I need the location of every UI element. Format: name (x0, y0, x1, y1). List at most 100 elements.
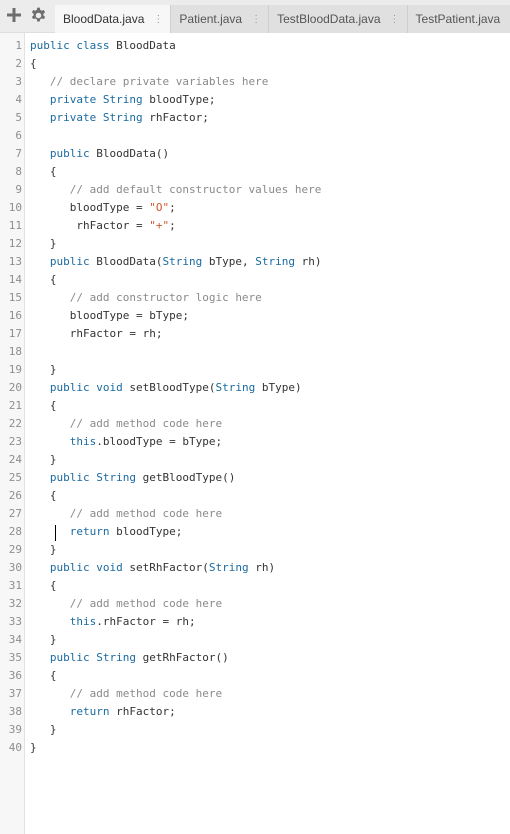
line-number: 40 (8, 741, 22, 754)
line-number: 38 (8, 705, 22, 718)
code-line[interactable]: return rhFactor; (30, 703, 500, 721)
code-line[interactable]: bloodType = bType; (30, 307, 500, 325)
code-line[interactable]: } (30, 541, 500, 559)
code-line[interactable]: // declare private variables here (30, 73, 500, 91)
line-number: 35 (8, 651, 22, 664)
code-line[interactable]: rhFactor = rh; (30, 325, 500, 343)
line-number: 33 (8, 615, 22, 628)
line-numbers: 1 2 3 4 5 6 7 8 9 10 11 12 13 14 15 16 17 18 19 20 21 22 23 24 2… (0, 37, 22, 757)
line-number: 4 (15, 93, 22, 106)
line-number: 25 (8, 471, 22, 484)
line-number: 15 (8, 291, 22, 304)
code-line[interactable]: public class BloodData (30, 37, 500, 55)
tab-blooddata-java[interactable]: BloodData.java ⋮ (55, 5, 172, 33)
line-number: 17 (8, 327, 22, 340)
tab-menu-icon[interactable]: ⋮ (153, 14, 163, 25)
tab-label: BloodData.java (63, 12, 145, 26)
text-cursor (55, 525, 56, 541)
line-number: 39 (8, 723, 22, 736)
code-line[interactable]: } (30, 739, 500, 757)
tab-testpatient-java[interactable]: TestPatient.java ⋮ (407, 5, 510, 33)
code-line[interactable]: { (30, 577, 500, 595)
code-line[interactable]: // add default constructor values here (30, 181, 500, 199)
code-line[interactable]: public BloodData(String bType, String rh… (30, 253, 500, 271)
code-line[interactable]: { (30, 55, 500, 73)
code-area[interactable]: public class BloodData{ // declare priva… (30, 37, 500, 757)
code-line[interactable]: this.bloodType = bType; (30, 433, 500, 451)
line-number: 24 (8, 453, 22, 466)
code-line[interactable] (30, 127, 500, 145)
tab-label: TestPatient.java (415, 12, 501, 26)
code-line[interactable] (30, 343, 500, 361)
line-number: 11 (8, 219, 22, 232)
code-line[interactable]: // add method code here (30, 415, 500, 433)
code-line[interactable]: public String getBloodType() (30, 469, 500, 487)
tab-testblooddata-java[interactable]: TestBloodData.java ⋮ (269, 5, 408, 33)
line-number: 1 (15, 39, 22, 52)
code-line[interactable]: { (30, 397, 500, 415)
code-line[interactable]: { (30, 163, 500, 181)
line-number: 16 (8, 309, 22, 322)
code-line[interactable]: { (30, 271, 500, 289)
code-line[interactable]: // add method code here (30, 685, 500, 703)
settings-gear-icon[interactable] (28, 5, 48, 25)
line-number: 28 (8, 525, 22, 538)
code-line[interactable]: bloodType = "O"; (30, 199, 500, 217)
line-number: 7 (15, 147, 22, 160)
code-line[interactable]: public BloodData() (30, 145, 500, 163)
line-number: 34 (8, 633, 22, 646)
line-number: 27 (8, 507, 22, 520)
editor-toolbar: BloodData.java ⋮ Patient.java ⋮ TestBloo… (0, 0, 510, 33)
code-line[interactable]: this.rhFactor = rh; (30, 613, 500, 631)
line-number: 19 (8, 363, 22, 376)
line-number: 3 (15, 75, 22, 88)
line-number: 31 (8, 579, 22, 592)
tab-label: TestBloodData.java (277, 12, 381, 26)
code-line[interactable]: { (30, 667, 500, 685)
code-line[interactable]: // add constructor logic here (30, 289, 500, 307)
line-number: 37 (8, 687, 22, 700)
line-number: 20 (8, 381, 22, 394)
add-icon[interactable] (4, 5, 24, 25)
code-line[interactable]: } (30, 721, 500, 739)
line-number: 10 (8, 201, 22, 214)
line-number: 18 (8, 345, 22, 358)
tab-patient-java[interactable]: Patient.java ⋮ (171, 5, 270, 33)
code-line[interactable]: } (30, 451, 500, 469)
code-line[interactable]: private String rhFactor; (30, 109, 500, 127)
code-line[interactable]: return bloodType; (30, 523, 500, 541)
line-number: 8 (15, 165, 22, 178)
line-number: 9 (15, 183, 22, 196)
code-editor[interactable]: 1 2 3 4 5 6 7 8 9 10 11 12 13 14 15 16 17 18 19 20 21 22 23 24 2… (0, 33, 510, 834)
line-number: 29 (8, 543, 22, 556)
line-number-gutter: 1 2 3 4 5 6 7 8 9 10 11 12 13 14 15 16 17 18 19 20 21 22 23 24 2… (0, 33, 25, 834)
line-number: 2 (15, 57, 22, 70)
toolbar-icons (4, 4, 52, 26)
line-number: 36 (8, 669, 22, 682)
file-tabs: BloodData.java ⋮ Patient.java ⋮ TestBloo… (55, 5, 510, 33)
line-number: 30 (8, 561, 22, 574)
line-number: 5 (15, 111, 22, 124)
line-number: 22 (8, 417, 22, 430)
code-line[interactable]: { (30, 487, 500, 505)
code-line[interactable]: private String bloodType; (30, 91, 500, 109)
line-number: 12 (8, 237, 22, 250)
line-number: 23 (8, 435, 22, 448)
code-line[interactable]: rhFactor = "+"; (30, 217, 500, 235)
code-line[interactable]: // add method code here (30, 505, 500, 523)
code-line[interactable]: // add method code here (30, 595, 500, 613)
code-line[interactable]: } (30, 361, 500, 379)
line-number: 26 (8, 489, 22, 502)
code-line[interactable]: } (30, 235, 500, 253)
line-number: 13 (8, 255, 22, 268)
code-line[interactable]: } (30, 631, 500, 649)
tab-menu-icon[interactable]: ⋮ (390, 14, 400, 25)
code-line[interactable]: public void setBloodType(String bType) (30, 379, 500, 397)
line-number: 32 (8, 597, 22, 610)
code-line[interactable]: public void setRhFactor(String rh) (30, 559, 500, 577)
tab-label: Patient.java (179, 12, 243, 26)
line-number: 6 (15, 129, 22, 142)
code-line[interactable]: public String getRhFactor() (30, 649, 500, 667)
tab-menu-icon[interactable]: ⋮ (251, 14, 261, 25)
line-number: 21 (8, 399, 22, 412)
